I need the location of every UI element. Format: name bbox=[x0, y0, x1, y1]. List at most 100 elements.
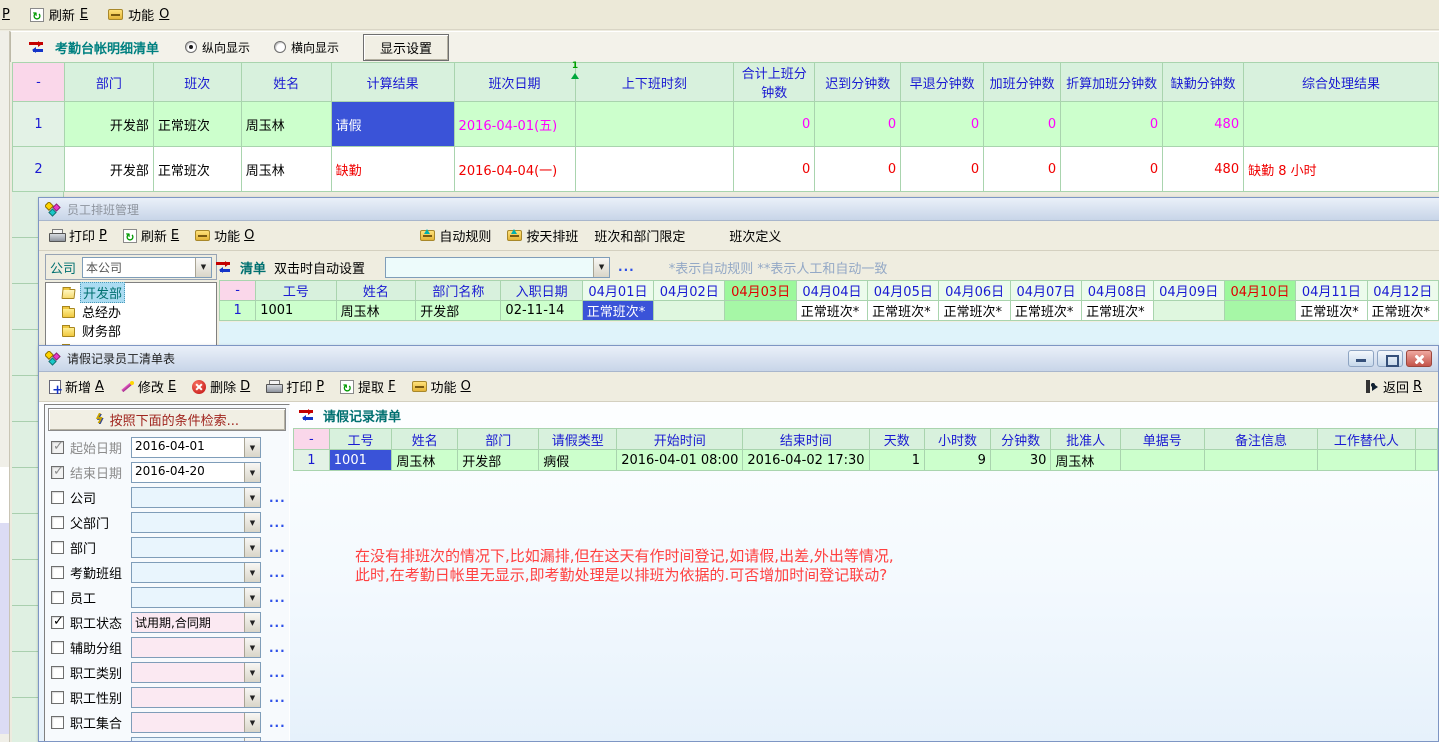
cell-late[interactable]: 0 bbox=[815, 147, 901, 192]
cell-shift[interactable]: 正常班次* bbox=[1296, 301, 1367, 321]
column-header-date[interactable]: 04月07日 bbox=[1010, 281, 1081, 301]
shift-dept-limit-button[interactable]: 班次和部门限定 bbox=[594, 226, 685, 245]
cell-name[interactable]: 周玉林 bbox=[336, 301, 416, 321]
more-button[interactable]: ... bbox=[269, 644, 286, 652]
radio-icon[interactable] bbox=[185, 41, 197, 53]
auto-set-combobox[interactable] bbox=[385, 257, 610, 278]
print-button[interactable]: 打印P bbox=[49, 226, 107, 245]
menu-print[interactable]: P bbox=[2, 7, 10, 22]
cell-name[interactable]: 周玉林 bbox=[241, 147, 331, 192]
function-button[interactable]: 功能O bbox=[412, 377, 471, 396]
column-header-dept[interactable]: 部门 bbox=[64, 63, 153, 102]
radio-icon[interactable] bbox=[274, 41, 286, 53]
cell-empid[interactable]: 1001 bbox=[256, 301, 336, 321]
cell-ot[interactable]: 0 bbox=[984, 147, 1061, 192]
column-header-name[interactable]: 姓名 bbox=[392, 429, 458, 450]
close-button[interactable] bbox=[1406, 350, 1432, 367]
maximize-button[interactable] bbox=[1377, 350, 1403, 367]
more-button[interactable]: ... bbox=[269, 619, 286, 627]
cell-date[interactable]: 2016-04-04(一) bbox=[454, 147, 575, 192]
schedule-titlebar[interactable]: 员工排班管理 bbox=[39, 198, 1439, 221]
cell-shift[interactable]: 正常班次* bbox=[1082, 301, 1153, 321]
parent-dept-combobox[interactable] bbox=[131, 512, 261, 533]
cell-shift[interactable]: 正常班次* bbox=[939, 301, 1010, 321]
staff-status-combobox[interactable]: 试用期,合同期 bbox=[131, 612, 261, 633]
checkbox[interactable] bbox=[51, 541, 64, 554]
cell-empid-selected[interactable]: 1001 bbox=[329, 450, 392, 471]
dropdown-arrow-icon[interactable] bbox=[244, 438, 260, 457]
dropdown-arrow-icon[interactable] bbox=[244, 713, 260, 732]
column-header-date[interactable]: 04月04日 bbox=[796, 281, 867, 301]
cell-minutes[interactable]: 30 bbox=[990, 450, 1051, 471]
checkbox[interactable] bbox=[51, 716, 64, 729]
shift-define-button[interactable]: 班次定义 bbox=[729, 226, 781, 245]
by-day-schedule-button[interactable]: 按天排班 bbox=[507, 226, 578, 245]
checkbox[interactable] bbox=[51, 516, 64, 529]
checkbox[interactable] bbox=[51, 591, 64, 604]
column-header-summary[interactable]: 综合处理结果 bbox=[1244, 63, 1439, 102]
cell-absent[interactable]: 480 bbox=[1163, 102, 1244, 147]
function-button[interactable]: 功能O bbox=[195, 226, 254, 245]
cell-shift[interactable]: 正常班次 bbox=[153, 102, 241, 147]
column-header-early-minutes[interactable]: 早退分钟数 bbox=[901, 63, 984, 102]
dropdown-arrow-icon[interactable] bbox=[244, 513, 260, 532]
employee-combobox[interactable] bbox=[131, 587, 261, 608]
dropdown-arrow-icon[interactable] bbox=[244, 738, 260, 742]
cell-end[interactable]: 2016-04-02 17:30 bbox=[743, 450, 869, 471]
dropdown-arrow-icon[interactable] bbox=[244, 663, 260, 682]
dropdown-arrow-icon[interactable] bbox=[244, 538, 260, 557]
cell-hiredate[interactable]: 02-11-14 bbox=[501, 301, 582, 321]
start-date-combobox[interactable]: 2016-04-01 bbox=[131, 437, 261, 458]
display-settings-button[interactable]: 显示设置 bbox=[363, 34, 449, 61]
column-header-date[interactable]: 04月06日 bbox=[939, 281, 1010, 301]
cell-ot[interactable]: 0 bbox=[984, 102, 1061, 147]
column-header-date[interactable]: 04月08日 bbox=[1082, 281, 1153, 301]
more-button[interactable]: ... bbox=[269, 569, 286, 577]
column-header-substitute[interactable]: 工作替代人 bbox=[1318, 429, 1415, 450]
cell-approver[interactable]: 周玉林 bbox=[1051, 450, 1120, 471]
cell-shift[interactable]: 正常班次* bbox=[1367, 301, 1438, 321]
extract-button[interactable]: 提取F bbox=[340, 377, 396, 396]
cell-shift[interactable]: 正常班次 bbox=[153, 147, 241, 192]
column-header-date[interactable]: 04月01日 bbox=[582, 281, 653, 301]
cell-shift-selected[interactable]: 正常班次* bbox=[582, 301, 653, 321]
row-number[interactable]: 1 bbox=[13, 102, 65, 147]
auto-rule-button[interactable]: 自动规则 bbox=[420, 226, 491, 245]
column-header-minutes[interactable]: 分钟数 bbox=[990, 429, 1051, 450]
column-header-days[interactable]: 天数 bbox=[869, 429, 925, 450]
dropdown-arrow-icon[interactable] bbox=[244, 688, 260, 707]
more-button[interactable]: ... bbox=[269, 719, 286, 727]
cell-leave-type[interactable]: 病假 bbox=[539, 450, 617, 471]
cell-total[interactable]: 0 bbox=[734, 147, 815, 192]
delete-button[interactable]: 删除D bbox=[192, 377, 250, 396]
aux-group-combobox[interactable] bbox=[131, 637, 261, 658]
staff-category-combobox[interactable] bbox=[131, 662, 261, 683]
cell-date[interactable]: 2016-04-01(五) bbox=[454, 102, 575, 147]
dropdown-arrow-icon[interactable] bbox=[593, 258, 609, 277]
dropdown-arrow-icon[interactable] bbox=[244, 588, 260, 607]
column-header-rownum[interactable]: - bbox=[13, 63, 65, 102]
column-header-hiredate[interactable]: 入职日期 bbox=[501, 281, 582, 301]
radio-vertical-display[interactable]: 纵向显示 bbox=[185, 39, 250, 56]
column-header-date[interactable]: 04月12日 bbox=[1367, 281, 1438, 301]
checkbox[interactable] bbox=[51, 691, 64, 704]
column-header-date[interactable]: 04月02日 bbox=[654, 281, 725, 301]
cell-shift[interactable] bbox=[654, 301, 725, 321]
cell-shift[interactable] bbox=[725, 301, 796, 321]
leave-titlebar[interactable]: 请假记录员工清单表 bbox=[39, 346, 1438, 372]
column-header-total-minutes[interactable]: 合计上班分钟数 bbox=[734, 63, 815, 102]
tree-item-finance[interactable]: 财务部 bbox=[46, 321, 216, 340]
cell-dept[interactable]: 开发部 bbox=[64, 147, 153, 192]
cell-result-selected[interactable]: 请假 bbox=[331, 102, 454, 147]
cell-days[interactable]: 1 bbox=[869, 450, 925, 471]
dropdown-arrow-icon[interactable] bbox=[244, 463, 260, 482]
menu-function[interactable]: 功能O bbox=[108, 5, 169, 24]
column-header-empid[interactable]: 工号 bbox=[329, 429, 392, 450]
tree-item-gm-office[interactable]: 总经办 bbox=[46, 302, 216, 321]
column-header-late-minutes[interactable]: 迟到分钟数 bbox=[815, 63, 901, 102]
column-header-note[interactable]: 备注信息 bbox=[1204, 429, 1318, 450]
column-header-absent-minutes[interactable]: 缺勤分钟数 bbox=[1163, 63, 1244, 102]
cell-dept[interactable]: 开发部 bbox=[64, 102, 153, 147]
cell-summary[interactable] bbox=[1244, 102, 1439, 147]
dropdown-arrow-icon[interactable] bbox=[244, 488, 260, 507]
